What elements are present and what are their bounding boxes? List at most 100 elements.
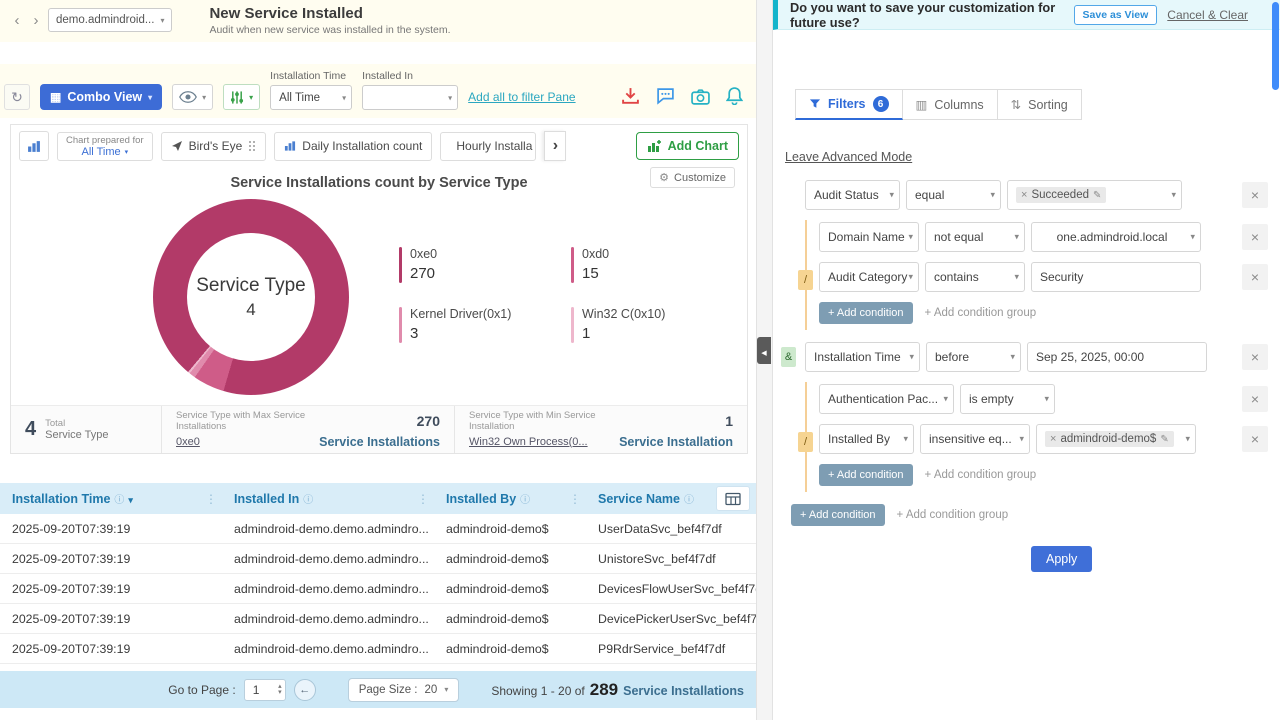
column-settings-button[interactable]	[716, 486, 750, 511]
table-row[interactable]: 2025-09-20T07:39:19 admindroid-demo.demo…	[0, 544, 756, 574]
table-row[interactable]: 2025-09-20T07:39:19 admindroid-demo.demo…	[0, 574, 756, 604]
add-condition-button[interactable]: + Add condition	[819, 302, 913, 324]
edit-icon[interactable]	[1093, 189, 1101, 201]
operator-select[interactable]: before	[926, 342, 1021, 372]
add-chart-button[interactable]: Add Chart	[636, 132, 739, 160]
value-input[interactable]: Security	[1031, 262, 1201, 292]
field-select[interactable]: Authentication Pac...	[819, 384, 954, 414]
root-actions: + Add condition + Add condition group	[791, 504, 1268, 526]
panel-collapse-handle[interactable]	[757, 337, 771, 364]
leave-advanced-mode-link[interactable]: Leave Advanced Mode	[785, 150, 912, 164]
legend-item[interactable]: 0xe0 270	[399, 247, 571, 283]
info-icon	[684, 491, 694, 506]
customize-button[interactable]: Customize	[650, 167, 735, 188]
cell-service-name: UserDataSvc_bef4f7df	[586, 522, 756, 536]
view-selector-button[interactable]: Combo View	[40, 84, 162, 110]
nav-back-button[interactable]	[10, 12, 24, 29]
download-button[interactable]	[618, 87, 643, 108]
add-condition-group-link[interactable]: + Add condition group	[925, 469, 1037, 481]
field-select[interactable]: Installation Time	[805, 342, 920, 372]
tenant-dropdown[interactable]: demo.admindroid...	[48, 8, 172, 32]
tabs-scroll-right-button[interactable]	[544, 131, 566, 161]
column-header-installed-in[interactable]: Installed In	[222, 483, 434, 514]
refresh-button[interactable]	[4, 84, 30, 110]
column-menu-icon[interactable]	[569, 492, 581, 506]
column-header-installed-by[interactable]: Installed By	[434, 483, 586, 514]
remove-condition-button[interactable]	[1242, 264, 1268, 290]
remove-tag-icon[interactable]	[1021, 189, 1027, 201]
remove-condition-button[interactable]	[1242, 386, 1268, 412]
edit-icon[interactable]	[1160, 433, 1168, 445]
sort-icon[interactable]	[128, 492, 133, 506]
cancel-clear-link[interactable]: Cancel & Clear	[1167, 8, 1248, 22]
field-select[interactable]: Audit Category	[819, 262, 919, 292]
remove-tag-icon[interactable]	[1050, 433, 1056, 445]
datetime-input[interactable]: Sep 25, 2025, 00:00	[1027, 342, 1207, 372]
installation-time-select[interactable]: All Time	[270, 85, 352, 110]
add-condition-button[interactable]: + Add condition	[791, 504, 885, 526]
donut-chart[interactable]: Service Type 4	[153, 199, 349, 395]
cell-installation-time: 2025-09-20T07:39:19	[0, 522, 222, 536]
installed-in-select[interactable]	[362, 85, 458, 110]
tab-filters[interactable]: Filters 6	[795, 89, 903, 120]
remove-condition-button[interactable]	[1242, 224, 1268, 250]
legend-label: 0xd0	[582, 247, 609, 261]
cell-installed-in: admindroid-demo.demo.admindro...	[222, 612, 434, 626]
page-size-select[interactable]: Page Size : 20	[348, 678, 460, 702]
and-connector-badge[interactable]: &	[781, 347, 796, 367]
table-row[interactable]: 2025-09-20T07:39:19 admindroid-demo.demo…	[0, 514, 756, 544]
add-condition-group-link[interactable]: + Add condition group	[897, 509, 1009, 521]
add-all-filter-link[interactable]: Add all to filter Pane	[468, 90, 575, 104]
add-condition-group-link[interactable]: + Add condition group	[925, 307, 1037, 319]
operator-select[interactable]: is empty	[960, 384, 1055, 414]
legend-item[interactable]: Win32 C(0x10) 1	[571, 307, 721, 343]
screenshot-button[interactable]	[688, 89, 713, 108]
summary-max-link[interactable]: 0xe0	[176, 436, 309, 448]
page-decrement-icon[interactable]	[278, 690, 282, 696]
filter-condition: Audit Category contains Security	[819, 262, 1268, 292]
tab-columns[interactable]: Columns	[903, 89, 998, 120]
or-connector-badge[interactable]: /	[798, 432, 813, 452]
column-header-installation-time[interactable]: Installation Time	[0, 483, 222, 514]
tab-sorting[interactable]: Sorting	[998, 89, 1082, 120]
alerts-button[interactable]	[723, 87, 746, 108]
column-filter-dropdown[interactable]	[223, 84, 260, 110]
scrollbar-thumb[interactable]	[1272, 2, 1279, 90]
remove-condition-button[interactable]	[1242, 344, 1268, 370]
tab-birds-eye[interactable]: Bird's Eye	[161, 132, 267, 161]
chart-type-button[interactable]	[19, 131, 49, 161]
value-select[interactable]: Succeeded	[1007, 180, 1182, 210]
chart-time-range-dropdown[interactable]: Chart prepared for All Time	[57, 132, 153, 161]
tab-daily-installation-count[interactable]: Daily Installation count	[274, 132, 432, 161]
previous-page-button[interactable]	[294, 679, 316, 701]
legend-item[interactable]: Kernel Driver(0x1) 3	[399, 307, 571, 343]
feedback-button[interactable]	[653, 87, 678, 108]
column-menu-icon[interactable]	[417, 492, 429, 506]
tab-hourly-installation-count[interactable]: Hourly Installa	[440, 132, 536, 161]
field-select[interactable]: Audit Status	[805, 180, 900, 210]
page-number-input[interactable]: 1	[244, 679, 286, 701]
operator-select[interactable]: equal	[906, 180, 1001, 210]
operator-select[interactable]: not equal	[925, 222, 1025, 252]
value-select[interactable]: one.admindroid.local	[1031, 222, 1201, 252]
save-as-view-button[interactable]: Save as View	[1074, 5, 1158, 25]
field-select[interactable]: Domain Name	[819, 222, 919, 252]
table-row[interactable]: 2025-09-20T07:39:19 admindroid-demo.demo…	[0, 604, 756, 634]
nav-forward-button[interactable]	[29, 12, 43, 29]
field-select[interactable]: Installed By	[819, 424, 914, 454]
summary-min-link[interactable]: Win32 Own Process(0...	[469, 436, 609, 448]
operator-select[interactable]: insensitive eq...	[920, 424, 1030, 454]
value-select[interactable]: admindroid-demo$	[1036, 424, 1196, 454]
visibility-dropdown[interactable]	[172, 84, 213, 110]
apply-button[interactable]: Apply	[1031, 546, 1092, 572]
chevron-right-icon	[34, 12, 39, 29]
operator-select[interactable]: contains	[925, 262, 1025, 292]
filters-count-badge: 6	[873, 96, 889, 112]
remove-condition-button[interactable]	[1242, 182, 1268, 208]
or-connector-badge[interactable]: /	[798, 270, 813, 290]
remove-condition-button[interactable]	[1242, 426, 1268, 452]
column-menu-icon[interactable]	[205, 492, 217, 506]
legend-item[interactable]: 0xd0 15	[571, 247, 721, 283]
add-condition-button[interactable]: + Add condition	[819, 464, 913, 486]
table-row[interactable]: 2025-09-20T07:39:19 admindroid-demo.demo…	[0, 634, 756, 664]
